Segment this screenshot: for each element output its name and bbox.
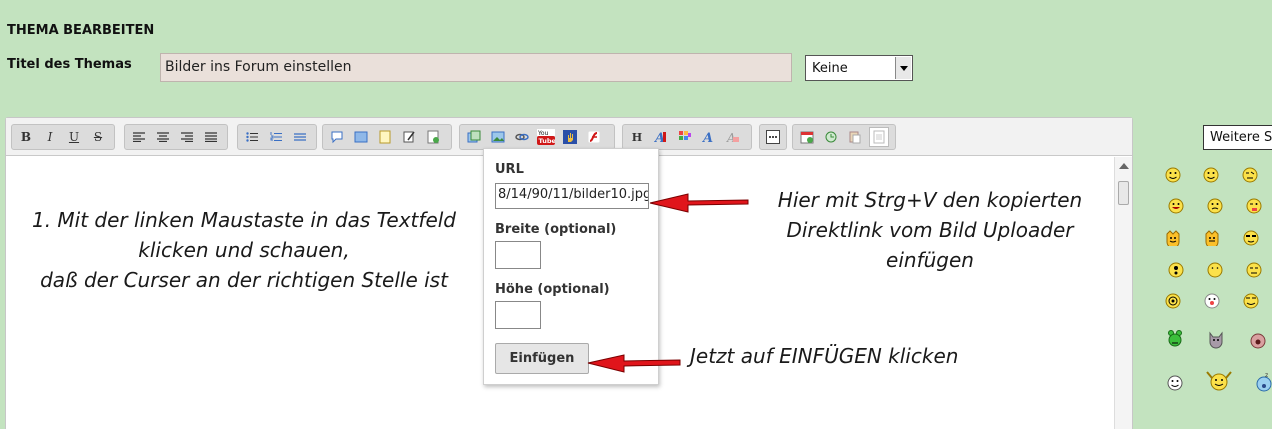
- smiley-icon[interactable]: [1207, 198, 1223, 214]
- arrow-to-insert-icon: [587, 354, 681, 373]
- annotation-right-line1: Hier mit Strg+V den kopierten: [777, 188, 1083, 212]
- image-insert-popup: URL 8/14/90/11/bilder10.jpg Breite (opti…: [483, 148, 659, 385]
- image-icon[interactable]: [488, 127, 508, 147]
- prefix-select-value: Keine: [812, 61, 848, 76]
- align-center-icon[interactable]: [153, 127, 173, 147]
- smiley-icon[interactable]: [1165, 230, 1181, 246]
- speech-bubble-icon[interactable]: [327, 127, 347, 147]
- insert-icon[interactable]: [423, 127, 443, 147]
- more-icon[interactable]: [764, 127, 782, 147]
- smiley-icon[interactable]: z: [1256, 372, 1272, 394]
- calendar-icon[interactable]: [797, 127, 817, 147]
- toolbar-group-text-style: B I U S: [11, 124, 115, 150]
- insert-image-icon[interactable]: [464, 127, 484, 147]
- annotation-left-line1: 1. Mit der linken Maustaste in das Textf…: [31, 208, 456, 232]
- prefix-select[interactable]: Keine: [805, 55, 913, 81]
- title-input[interactable]: Bilder ins Forum einstellen: [160, 53, 792, 82]
- smiley-icon[interactable]: [1246, 262, 1262, 278]
- smiley-icon[interactable]: [1204, 293, 1220, 309]
- edit-icon[interactable]: [399, 127, 419, 147]
- hand-icon[interactable]: [560, 127, 580, 147]
- insert-button[interactable]: Einfügen: [495, 343, 589, 374]
- smiley-icon[interactable]: [1206, 368, 1232, 394]
- strikethrough-icon[interactable]: S: [88, 127, 108, 147]
- title-label: Titel des Themas: [7, 57, 132, 72]
- link-icon[interactable]: [512, 127, 532, 147]
- smiley-icon[interactable]: [1243, 230, 1259, 246]
- code-icon[interactable]: [351, 127, 371, 147]
- smiley-icon[interactable]: [1208, 330, 1224, 350]
- toolbar-group-lists: [237, 124, 317, 150]
- annotation-left: 1. Mit der linken Maustaste in das Textf…: [2, 205, 486, 295]
- unordered-list-icon[interactable]: [242, 127, 262, 147]
- underline-icon[interactable]: U: [64, 127, 84, 147]
- svg-text:z: z: [1265, 372, 1268, 379]
- toolbar-group-misc: [792, 124, 896, 150]
- chevron-down-icon[interactable]: [895, 57, 911, 79]
- annotation-right: Hier mit Strg+V den kopierten Direktlink…: [745, 185, 1115, 275]
- smiley-icon[interactable]: [1242, 167, 1258, 183]
- width-label: Breite (optional): [495, 222, 617, 237]
- toolbar-group-more: [759, 124, 787, 150]
- page-heading: THEMA BEARBEITEN: [7, 23, 155, 38]
- smiley-icon[interactable]: [1167, 375, 1183, 391]
- youtube-icon[interactable]: You Tube: [536, 127, 556, 147]
- align-left-icon[interactable]: [129, 127, 149, 147]
- refresh-icon[interactable]: [821, 127, 841, 147]
- heading-icon[interactable]: H: [627, 127, 647, 147]
- note-icon[interactable]: [375, 127, 395, 147]
- document-icon[interactable]: [869, 127, 889, 147]
- align-right-icon[interactable]: [177, 127, 197, 147]
- smiley-icon[interactable]: [1168, 262, 1184, 278]
- clear-format-icon[interactable]: A: [723, 127, 743, 147]
- ordered-list-icon[interactable]: [266, 127, 286, 147]
- url-input[interactable]: 8/14/90/11/bilder10.jpg: [495, 183, 649, 209]
- scroll-up-icon[interactable]: [1119, 163, 1129, 169]
- toolbar-group-align: [124, 124, 228, 150]
- smiley-icon[interactable]: [1250, 333, 1266, 349]
- align-justify-icon[interactable]: [201, 127, 221, 147]
- toolbar-group-media: You Tube: [459, 124, 615, 150]
- smiley-icon[interactable]: [1246, 198, 1262, 214]
- arrow-to-url-icon: [649, 193, 749, 213]
- italic-icon[interactable]: I: [40, 127, 60, 147]
- svg-text:You: You: [537, 130, 549, 137]
- toolbar-group-blocks: [322, 124, 452, 150]
- smiley-icon[interactable]: [1167, 330, 1183, 350]
- toolbar-group-fonts: H A A A: [622, 124, 752, 150]
- smiley-icon[interactable]: [1204, 230, 1220, 246]
- height-label: Höhe (optional): [495, 282, 610, 297]
- paste-icon[interactable]: [845, 127, 865, 147]
- smiley-icon[interactable]: [1207, 262, 1223, 278]
- annotation-right-line3: einfügen: [886, 248, 974, 272]
- smiley-icon[interactable]: [1203, 167, 1219, 183]
- smiley-icon[interactable]: [1165, 293, 1181, 309]
- svg-text:Tube: Tube: [539, 137, 556, 145]
- annotation-right-line2: Direktlink vom Bild Uploader: [786, 218, 1074, 242]
- bold-icon[interactable]: B: [16, 127, 36, 147]
- smiley-icon[interactable]: [1168, 198, 1184, 214]
- width-input[interactable]: [495, 241, 541, 269]
- annotation-bottom: Jetzt auf EINFÜGEN klicken: [690, 344, 959, 368]
- more-smilies-button[interactable]: Weitere Sm: [1203, 125, 1272, 150]
- flash-icon[interactable]: [584, 127, 604, 147]
- annotation-left-line2: klicken und schauen,: [138, 238, 350, 262]
- url-label: URL: [495, 162, 524, 177]
- annotation-left-line3: daß der Curser an der richtigen Stelle i…: [40, 268, 448, 292]
- editor-scrollbar[interactable]: [1114, 157, 1132, 429]
- smiley-icon[interactable]: [1165, 167, 1181, 183]
- horizontal-rule-icon[interactable]: [290, 127, 310, 147]
- svg-text:A: A: [702, 131, 713, 144]
- scroll-thumb[interactable]: [1118, 181, 1129, 205]
- smiley-icon[interactable]: [1243, 293, 1259, 309]
- height-input[interactable]: [495, 301, 541, 329]
- font-icon[interactable]: A: [699, 127, 719, 147]
- font-color-icon[interactable]: A: [651, 127, 671, 147]
- color-palette-icon[interactable]: [675, 127, 695, 147]
